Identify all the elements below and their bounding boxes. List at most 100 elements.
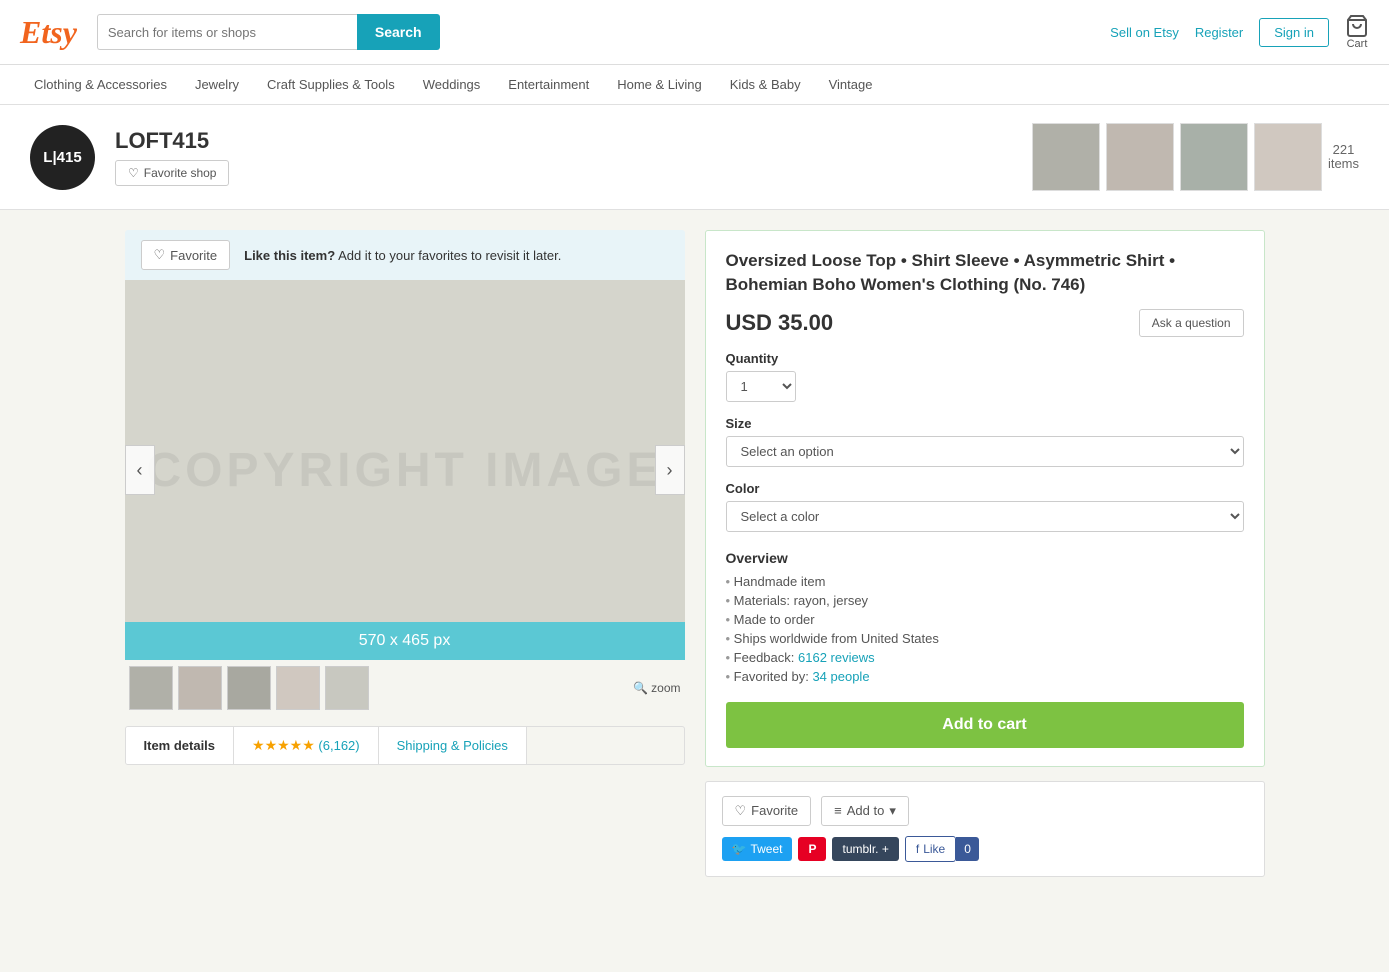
tumblr-label: tumblr. + — [842, 842, 888, 856]
image-next-button[interactable]: › — [655, 445, 685, 495]
image-prev-button[interactable]: ‹ — [125, 445, 155, 495]
color-select[interactable]: Select a color Black Dark Green Navy — [726, 501, 1244, 532]
feedback-link[interactable]: 6162 reviews — [798, 650, 875, 665]
social-share-row: 🐦 Tweet P tumblr. + f Like 0 — [722, 836, 1248, 862]
social-add-label: Add to — [847, 803, 885, 818]
overview-title: Overview — [726, 550, 1244, 566]
tab-shipping[interactable]: Shipping & Policies — [379, 727, 527, 764]
search-input[interactable] — [97, 14, 357, 50]
zoom-link[interactable]: 🔍 zoom — [633, 681, 680, 695]
favorite-shop-button[interactable]: ♡ Favorite shop — [115, 160, 229, 186]
social-favorite-label: Favorite — [751, 803, 798, 818]
thumb-5[interactable] — [325, 666, 369, 710]
favorite-button-label: Favorite — [170, 248, 217, 263]
sell-on-etsy-link[interactable]: Sell on Etsy — [1110, 25, 1179, 40]
twitter-icon: 🐦 — [732, 842, 747, 856]
nav-item-kids[interactable]: Kids & Baby — [716, 65, 815, 104]
item-count-number: 221 — [1328, 143, 1359, 157]
thumb-1[interactable] — [129, 666, 173, 710]
overview-item-5: Feedback: 6162 reviews — [726, 648, 1244, 667]
thumb-4[interactable] — [276, 666, 320, 710]
header-right: Sell on Etsy Register Sign in Cart — [1110, 14, 1369, 50]
main-content: ♡ Favorite Like this item? Add it to you… — [95, 210, 1295, 897]
favorite-bar: ♡ Favorite Like this item? Add it to you… — [125, 230, 685, 280]
overview-list: Handmade item Materials: rayon, jersey M… — [726, 572, 1244, 686]
list-icon: ≡ — [834, 803, 842, 818]
shop-thumbnail-4[interactable] — [1254, 123, 1322, 191]
shop-thumbnail-2[interactable] — [1106, 123, 1174, 191]
overview-item-4: Ships worldwide from United States — [726, 629, 1244, 648]
quantity-label: Quantity — [726, 351, 1244, 366]
product-image-section: ♡ Favorite Like this item? Add it to you… — [125, 230, 685, 877]
tweet-button[interactable]: 🐦 Tweet — [722, 837, 793, 861]
thumbnail-row — [129, 666, 634, 710]
favorited-link[interactable]: 34 people — [812, 669, 869, 684]
shop-thumbnails: 221 items — [1032, 123, 1359, 191]
nav-item-home-living[interactable]: Home & Living — [603, 65, 716, 104]
overview-item-6: Favorited by: 34 people — [726, 667, 1244, 686]
overview-item-2: Materials: rayon, jersey — [726, 591, 1244, 610]
shop-name: LOFT415 — [115, 128, 229, 154]
nav-item-clothing[interactable]: Clothing & Accessories — [20, 65, 181, 104]
nav-item-weddings[interactable]: Weddings — [409, 65, 495, 104]
header: Etsy Search Sell on Etsy Register Sign i… — [0, 0, 1389, 65]
product-title: Oversized Loose Top • Shirt Sleeve • Asy… — [726, 249, 1244, 297]
item-count-label: items — [1328, 157, 1359, 171]
shop-thumbnail-1[interactable] — [1032, 123, 1100, 191]
product-image: COPYRIGHT IMAGE ‹ › 570 x 465 px — [125, 280, 685, 660]
cart-icon[interactable]: Cart — [1345, 14, 1369, 50]
main-nav: Clothing & Accessories Jewelry Craft Sup… — [0, 65, 1389, 105]
size-select[interactable]: Select an option S M L XL — [726, 436, 1244, 467]
overview-section: Overview Handmade item Materials: rayon,… — [726, 550, 1244, 686]
image-size-label: 570 x 465 px — [125, 622, 685, 660]
thumb-3[interactable] — [227, 666, 271, 710]
fb-count: 0 — [956, 837, 979, 861]
favorite-bar-title: Like this item? — [244, 248, 335, 263]
search-button[interactable]: Search — [357, 14, 440, 50]
ask-question-button[interactable]: Ask a question — [1139, 309, 1244, 337]
product-price: USD 35.00 — [726, 310, 834, 336]
thumb-2[interactable] — [178, 666, 222, 710]
heart-icon: ♡ — [128, 166, 139, 180]
tweet-label: Tweet — [750, 842, 782, 856]
nav-item-vintage[interactable]: Vintage — [815, 65, 887, 104]
nav-item-entertainment[interactable]: Entertainment — [494, 65, 603, 104]
dropdown-icon: ▾ — [889, 803, 896, 819]
sign-in-button[interactable]: Sign in — [1259, 18, 1329, 47]
fb-like-button[interactable]: f Like — [905, 836, 956, 862]
fb-icon: f — [916, 842, 919, 856]
social-favorite-button[interactable]: ♡ Favorite — [722, 796, 812, 826]
favorite-shop-label: Favorite shop — [144, 166, 217, 180]
social-card: ♡ Favorite ≡ Add to ▾ 🐦 Tweet P t — [705, 781, 1265, 877]
etsy-logo[interactable]: Etsy — [20, 14, 77, 51]
shop-info: LOFT415 ♡ Favorite shop — [115, 128, 229, 186]
overview-item-1: Handmade item — [726, 572, 1244, 591]
zoom-label: zoom — [651, 681, 680, 695]
social-action-row: ♡ Favorite ≡ Add to ▾ — [722, 796, 1248, 826]
tab-item-details[interactable]: Item details — [126, 727, 235, 764]
register-link[interactable]: Register — [1195, 25, 1243, 40]
favorite-bar-text: Like this item? Add it to your favorites… — [244, 248, 561, 263]
shop-logo: L|415 — [30, 125, 95, 190]
heart-icon: ♡ — [735, 803, 747, 819]
pinterest-label: P — [808, 842, 816, 856]
copyright-watermark: COPYRIGHT IMAGE — [146, 443, 662, 498]
product-card: Oversized Loose Top • Shirt Sleeve • Asy… — [705, 230, 1265, 767]
tab-review-stars[interactable]: ★★★★★ (6,162) — [234, 727, 379, 764]
color-label: Color — [726, 481, 1244, 496]
tumblr-button[interactable]: tumblr. + — [832, 837, 898, 861]
size-label: Size — [726, 416, 1244, 431]
nav-item-craft[interactable]: Craft Supplies & Tools — [253, 65, 409, 104]
add-to-cart-button[interactable]: Add to cart — [726, 702, 1244, 748]
fb-like-container: f Like 0 — [905, 836, 979, 862]
shop-thumbnail-3[interactable] — [1180, 123, 1248, 191]
star-rating: ★★★★★ — [252, 737, 315, 753]
cart-label: Cart — [1347, 38, 1368, 50]
pinterest-button[interactable]: P — [798, 837, 826, 861]
product-detail: Oversized Loose Top • Shirt Sleeve • Asy… — [705, 230, 1265, 877]
favorite-item-button[interactable]: ♡ Favorite — [141, 240, 231, 270]
nav-item-jewelry[interactable]: Jewelry — [181, 65, 253, 104]
social-add-to-button[interactable]: ≡ Add to ▾ — [821, 796, 909, 826]
review-count: (6,162) — [318, 738, 359, 753]
quantity-select[interactable]: 1 2 3 — [726, 371, 796, 402]
